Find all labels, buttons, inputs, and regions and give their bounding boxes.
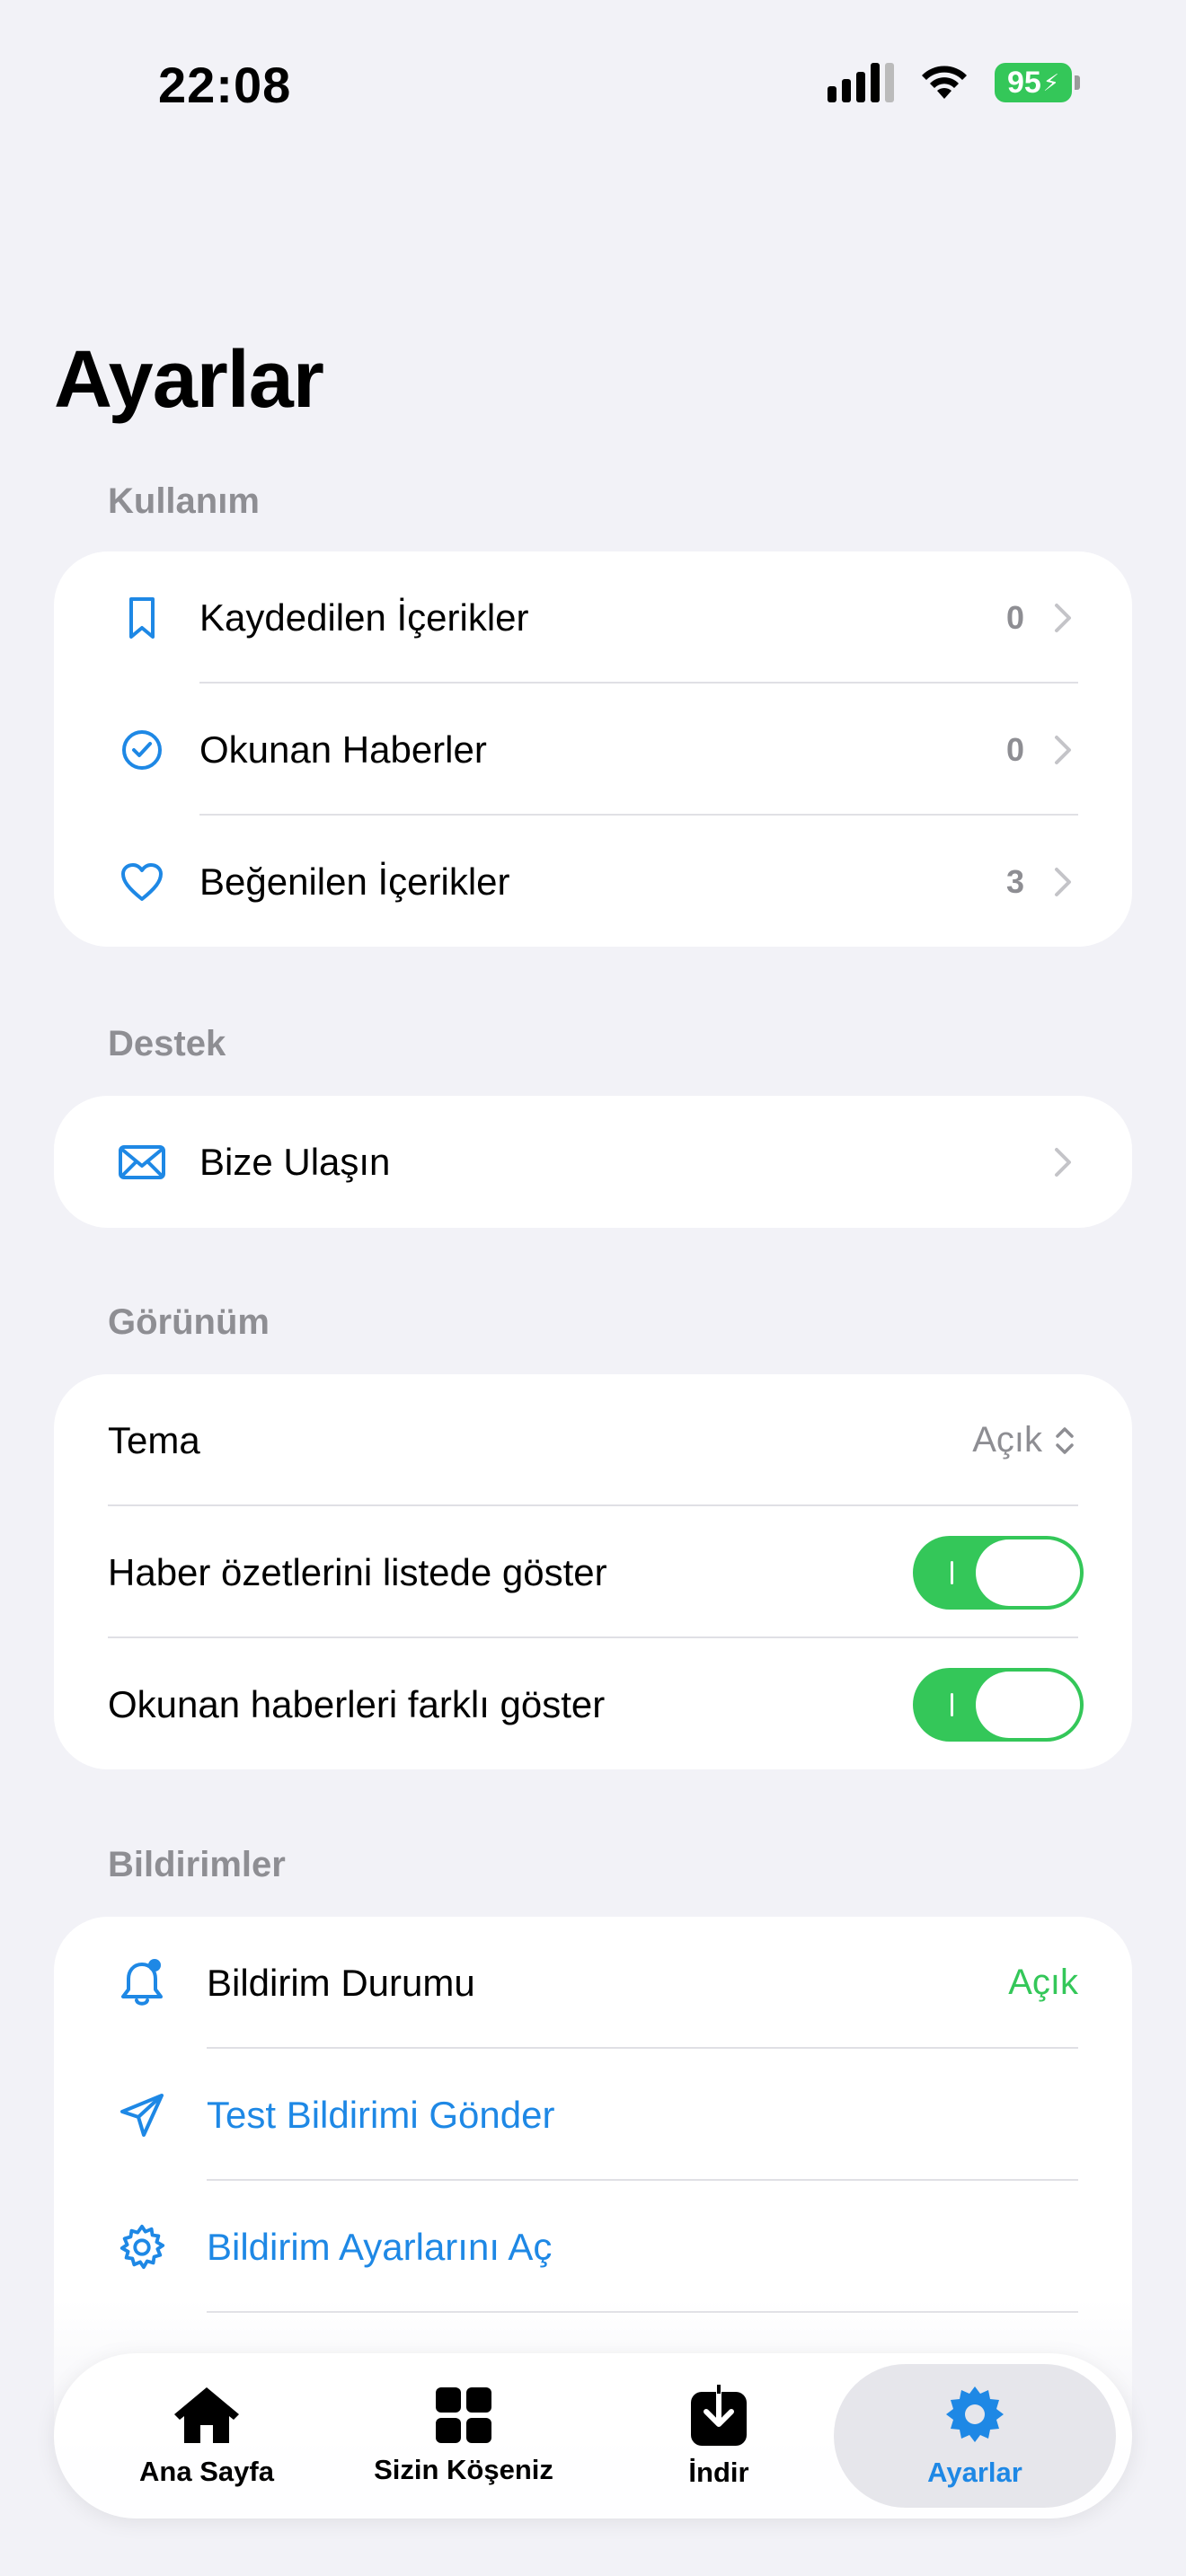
gear-outline-icon [117,2222,167,2272]
liked-contents-row[interactable]: Beğenilen İçerikler 3 [54,816,1132,947]
appearance-section-header: Görünüm [108,1302,270,1342]
house-icon [174,2387,239,2443]
notification-status-label: Bildirim Durumu [207,1961,475,2004]
open-notification-settings-row[interactable]: Bildirim Ayarlarını Aç [54,2181,1132,2313]
status-time: 22:08 [158,57,292,113]
tab-your-corner[interactable]: Sizin Köşeniz [329,2364,598,2508]
show-summaries-label: Haber özetlerini listede göster [108,1550,607,1593]
bookmark-icon [117,593,167,643]
contact-us-row[interactable]: Bize Ulaşın [54,1096,1132,1228]
liked-contents-label: Beğenilen İçerikler [199,860,510,903]
support-card: Bize Ulaşın [54,1096,1132,1228]
checkmark-circle-icon [117,725,167,775]
tab-download[interactable]: İndir [584,2364,854,2508]
contact-us-label: Bize Ulaşın [199,1140,391,1183]
usage-card: Kaydedilen İçerikler 0 Okunan Haberler 0… [54,551,1132,947]
page-title: Ayarlar [54,335,324,425]
tab-settings-label: Ayarlar [927,2457,1022,2488]
open-notification-settings-label: Bildirim Ayarlarını Aç [207,2225,553,2268]
saved-contents-row[interactable]: Kaydedilen İçerikler 0 [54,551,1132,684]
status-icons: 95 ⚡ [828,63,1080,102]
chevron-up-down-icon [1056,1426,1074,1454]
bell-badge-icon [117,1958,167,2008]
usage-section-header: Kullanım [108,481,260,521]
battery-icon: 95 ⚡ [995,63,1080,102]
theme-row[interactable]: Tema Açık [54,1374,1132,1506]
tab-download-label: İndir [688,2457,749,2488]
grid-icon [436,2387,491,2443]
liked-contents-count: 3 [1005,862,1024,900]
envelope-icon [117,1137,167,1187]
read-news-label: Okunan Haberler [199,728,487,771]
saved-contents-count: 0 [1005,598,1024,636]
saved-contents-label: Kaydedilen İçerikler [199,595,529,639]
read-news-style-toggle[interactable] [913,1667,1084,1742]
send-test-notification-label: Test Bildirimi Gönder [207,2093,555,2136]
wifi-icon [922,66,967,99]
notifications-section-header: Bildirimler [108,1845,286,1884]
read-news-row[interactable]: Okunan Haberler 0 [54,684,1132,816]
tab-home[interactable]: Ana Sayfa [72,2364,341,2508]
tab-settings[interactable]: Ayarlar [834,2364,1116,2508]
notification-status-row: Bildirim Durumu Açık [54,1917,1132,2049]
appearance-card: Tema Açık Haber özetlerini listede göste… [54,1374,1132,1769]
theme-label: Tema [108,1418,200,1461]
download-icon [691,2383,747,2446]
heart-icon [117,857,167,907]
tab-bar: Ana Sayfa Sizin Köşeniz İndir Ayarlar [54,2353,1132,2519]
tab-your-corner-label: Sizin Köşeniz [374,2454,553,2485]
support-section-header: Destek [108,1024,226,1063]
read-news-style-row: Okunan haberleri farklı göster [54,1638,1132,1769]
show-summaries-row: Haber özetlerini listede göster [54,1506,1132,1638]
cellular-signal-icon [828,63,894,102]
notification-status-value: Açık [1008,1963,1078,2002]
send-test-notification-row[interactable]: Test Bildirimi Gönder [54,2049,1132,2181]
theme-value: Açık [972,1420,1042,1460]
show-summaries-toggle[interactable] [913,1535,1084,1610]
gear-icon [946,2386,1004,2442]
chevron-right-icon [1055,867,1071,896]
read-news-count: 0 [1005,730,1024,768]
chevron-right-icon [1055,1147,1071,1177]
paper-plane-icon [117,2090,167,2140]
read-news-style-label: Okunan haberleri farklı göster [108,1682,606,1725]
chevron-right-icon [1055,735,1071,764]
settings-screen: 22:08 95 ⚡ Ayarlar Kullanım Kaydedilen İç… [0,0,1186,2576]
chevron-right-icon [1055,603,1071,632]
tab-home-label: Ana Sayfa [139,2456,274,2487]
battery-level: 95 [1006,65,1041,100]
